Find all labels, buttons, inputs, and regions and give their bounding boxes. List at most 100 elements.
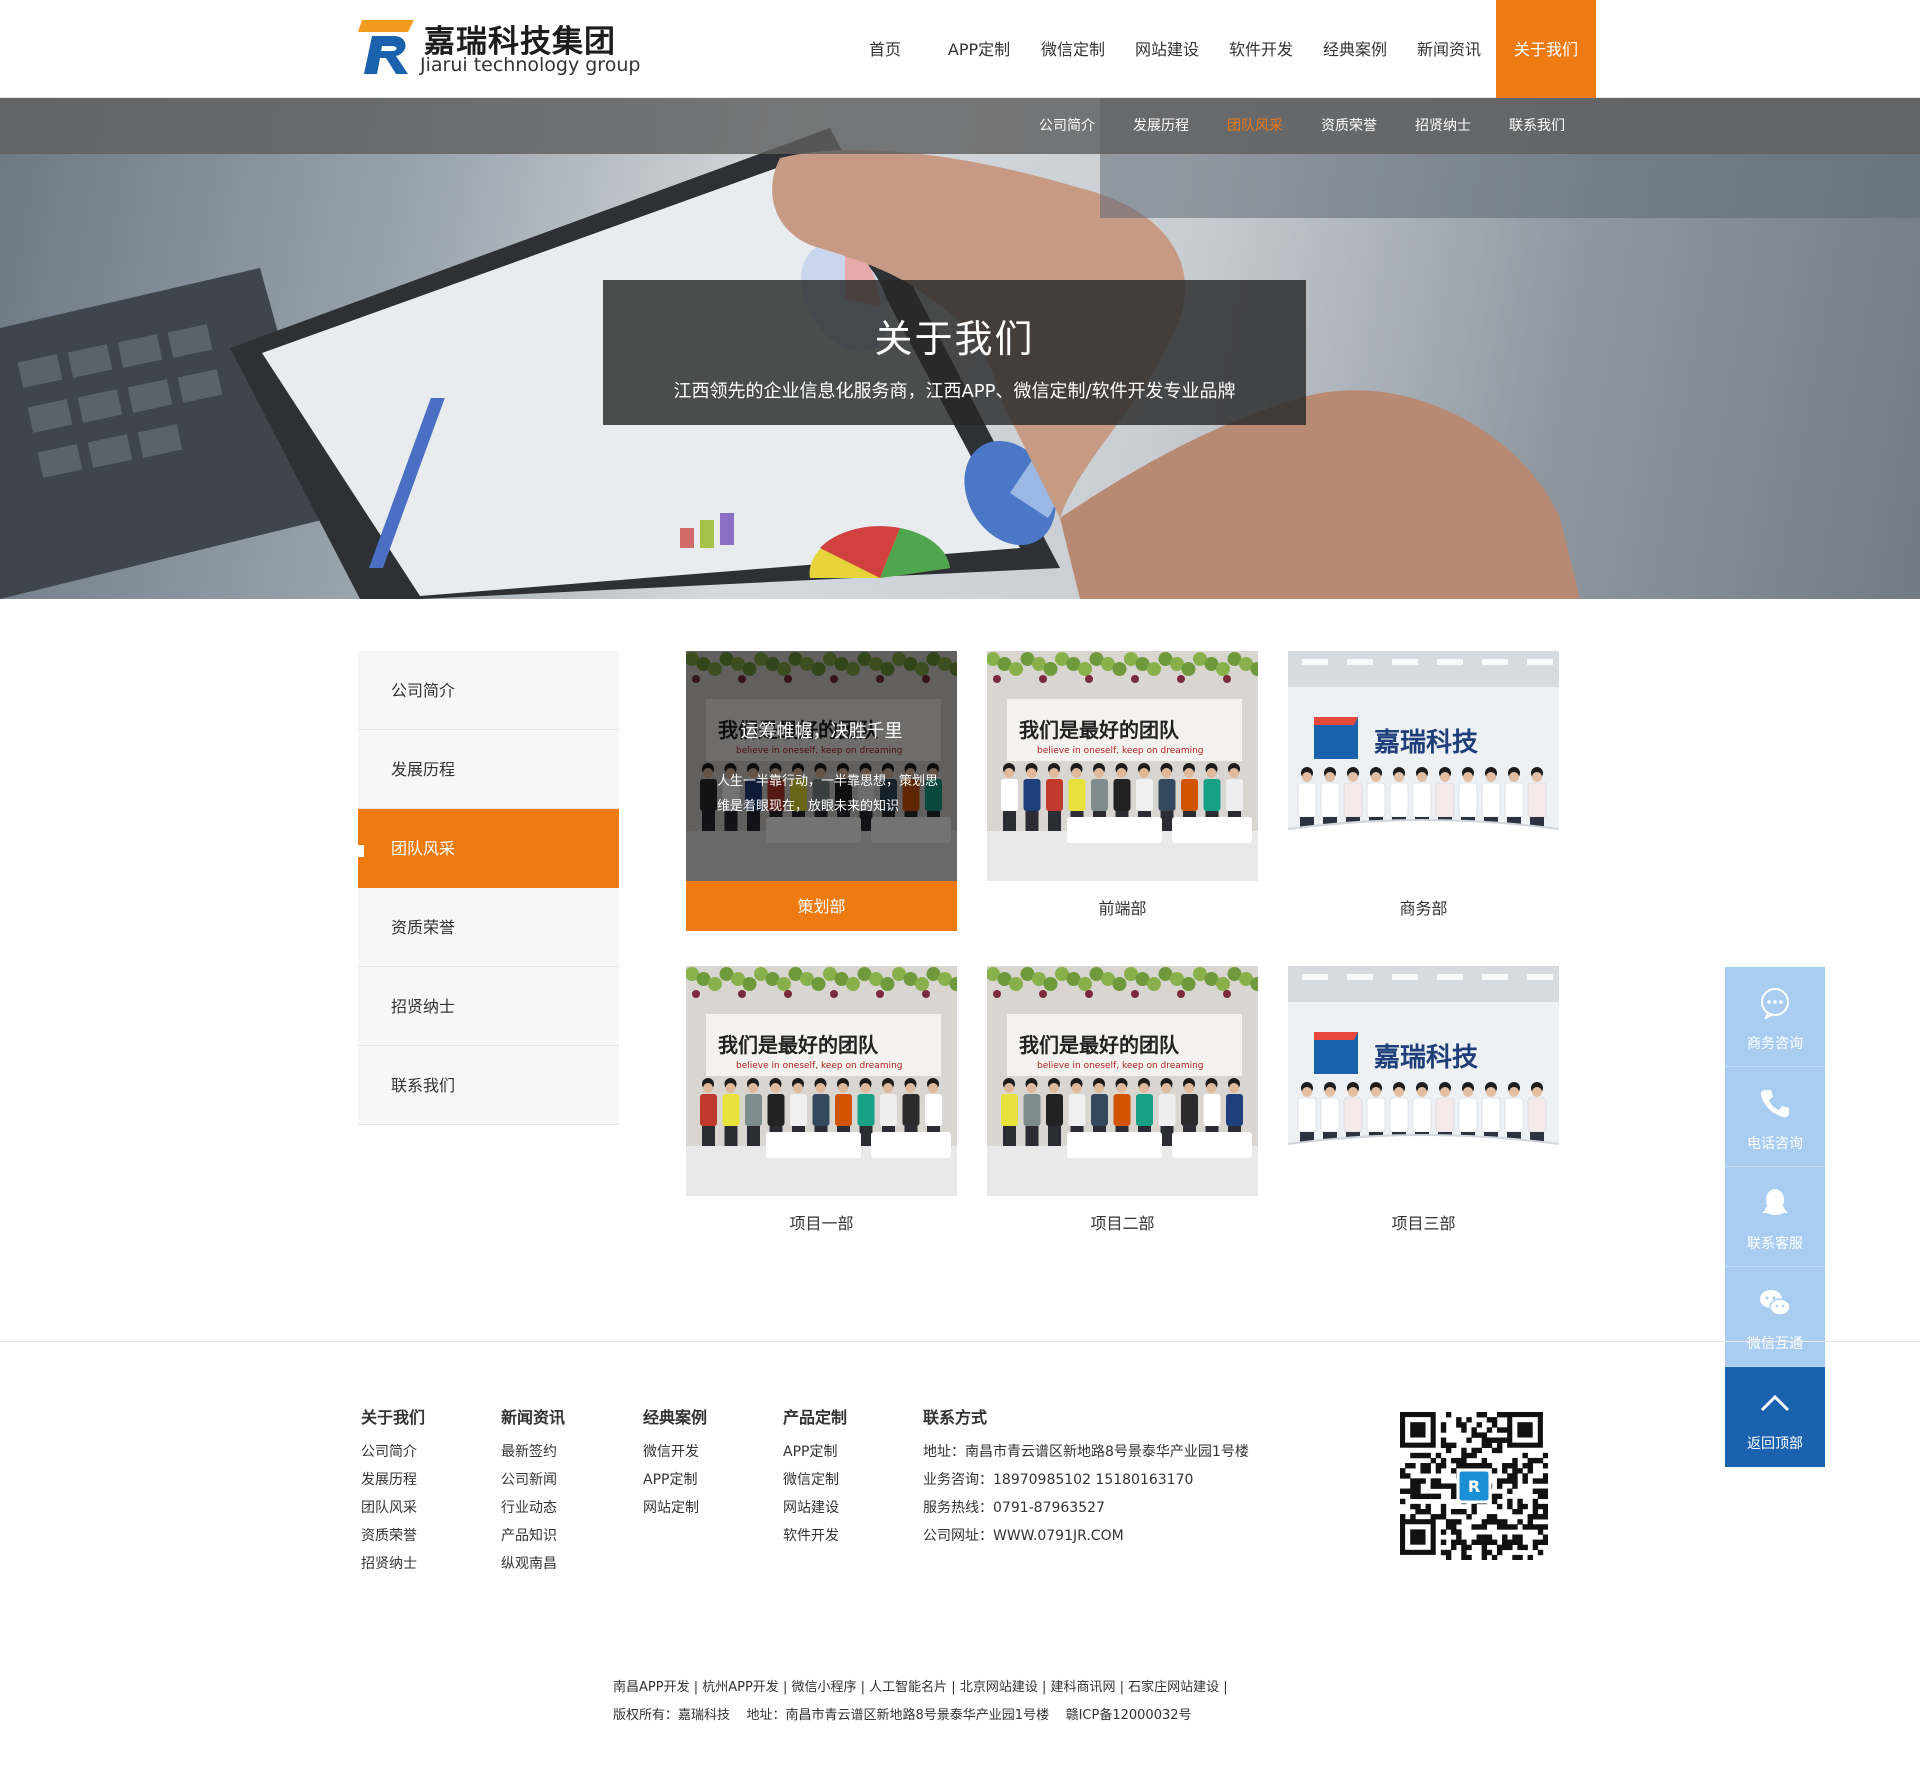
main-nav: 首页 APP定制 微信定制 网站建设 软件开发 经典案例 新闻资讯 关于我们 — [838, 0, 1596, 98]
side-item-team[interactable]: 团队风采 — [358, 809, 619, 888]
footer-link[interactable]: APP定制 — [783, 1438, 847, 1466]
footer-link[interactable]: 网站定制 — [643, 1494, 707, 1522]
footer-link[interactable]: 产品知识 — [501, 1522, 565, 1550]
footer-bottom: 南昌APP开发 | 杭州APP开发 | 微信小程序 | 人工智能名片 | 北京网… — [613, 1674, 1228, 1730]
friend-links: 南昌APP开发 | 杭州APP开发 | 微信小程序 | 人工智能名片 | 北京网… — [613, 1680, 1228, 1695]
team-card[interactable]: 我们是最好的团队believe in oneself, keep on drea… — [686, 966, 957, 1250]
footer-col-title: 产品定制 — [783, 1408, 848, 1427]
footer-col-products: 产品定制 APP定制 微信定制 网站建设 软件开发 — [783, 1404, 847, 1550]
nav-about[interactable]: 关于我们 — [1496, 0, 1596, 98]
footer-link[interactable]: 发展历程 — [361, 1466, 425, 1494]
footer-link[interactable]: APP定制 — [643, 1466, 707, 1494]
footer-link[interactable]: 微信开发 — [643, 1438, 707, 1466]
friend-link[interactable]: 微信小程序 — [791, 1680, 856, 1695]
footer-col-cases: 经典案例 微信开发 APP定制 网站定制 — [643, 1404, 707, 1522]
side-item-honors[interactable]: 资质荣誉 — [358, 888, 619, 967]
footer-link[interactable]: 公司新闻 — [501, 1466, 565, 1494]
qr-code: R — [1400, 1412, 1548, 1560]
team-card[interactable]: 我们是最好的团队believe in oneself, keep on drea… — [987, 651, 1258, 935]
site-header: 嘉瑞科技集团 Jiarui technology group 首页 APP定制 … — [0, 0, 1920, 98]
footer-link[interactable]: 微信定制 — [783, 1466, 847, 1494]
card-label: 策划部 — [686, 881, 957, 931]
team-card[interactable]: 我们是最好的团队believe in oneself, keep on drea… — [686, 651, 957, 935]
side-menu: 公司简介 发展历程 团队风采 资质荣誉 招贤纳士 联系我们 — [358, 651, 619, 1125]
friend-link[interactable]: 建科商讯网 — [1050, 1680, 1115, 1695]
team-card[interactable]: 嘉瑞科技 商务部 — [1288, 651, 1559, 935]
banner-subtitle: 江西领先的企业信息化服务商，江西APP、微信定制/软件开发专业品牌 — [673, 381, 1236, 402]
logo-subtitle: Jiarui technology group — [420, 54, 641, 76]
svg-text:嘉瑞科技: 嘉瑞科技 — [1374, 1043, 1478, 1073]
nav-wechat[interactable]: 微信定制 — [1026, 0, 1120, 98]
subnav-company-intro[interactable]: 公司简介 — [1039, 98, 1095, 154]
card-label: 项目二部 — [1090, 1214, 1155, 1233]
team-photo: 嘉瑞科技 — [1288, 651, 1559, 881]
friend-link[interactable]: 南昌APP开发 — [613, 1680, 690, 1695]
footer-link[interactable]: 团队风采 — [361, 1494, 425, 1522]
friend-link[interactable]: 杭州APP开发 — [702, 1680, 779, 1695]
svg-text:嘉瑞科技: 嘉瑞科技 — [1374, 728, 1478, 758]
footer-link[interactable]: 纵观南昌 — [501, 1550, 565, 1578]
side-item-company-intro[interactable]: 公司简介 — [358, 651, 619, 730]
subnav-honors[interactable]: 资质荣誉 — [1321, 98, 1377, 154]
float-phone-consult[interactable]: 电话咨询 — [1725, 1067, 1825, 1167]
float-business-consult[interactable]: 商务咨询 — [1725, 967, 1825, 1067]
logo[interactable]: 嘉瑞科技集团 Jiarui technology group — [358, 16, 641, 80]
side-item-history[interactable]: 发展历程 — [358, 730, 619, 809]
chat-bubble-icon — [1761, 988, 1789, 1019]
nav-app[interactable]: APP定制 — [932, 0, 1026, 98]
side-item-careers[interactable]: 招贤纳士 — [358, 967, 619, 1046]
overlay-title: 运筹帷幄，决胜千里 — [740, 721, 903, 742]
float-label: 商务咨询 — [1747, 1036, 1803, 1052]
team-photo: 我们是最好的团队 believe in oneself, keep on drea… — [686, 966, 957, 1196]
footer-hotline: 服务热线：0791-87963527 — [923, 1500, 1105, 1516]
svg-text:我们是最好的团队: 我们是最好的团队 — [1019, 1033, 1180, 1057]
nav-home[interactable]: 首页 — [838, 0, 932, 98]
sub-nav: 公司简介 发展历程 团队风采 资质荣誉 招贤纳士 联系我们 — [0, 98, 1920, 154]
footer-link[interactable]: 软件开发 — [783, 1522, 847, 1550]
footer-link[interactable]: 资质荣誉 — [361, 1522, 425, 1550]
copyright: 版权所有：嘉瑞科技 地址：南昌市青云谱区新地路8号景泰华产业园1号楼 赣ICP备… — [613, 1708, 1192, 1723]
team-photo: 我们是最好的团队 believe in oneself, keep on drea… — [987, 966, 1258, 1196]
float-label: 电话咨询 — [1747, 1136, 1803, 1152]
team-photo: 我们是最好的团队 believe in oneself, keep on drea… — [987, 651, 1258, 881]
footer-col-title: 联系方式 — [923, 1408, 988, 1427]
footer-col-title: 关于我们 — [361, 1408, 426, 1427]
team-card[interactable]: 我们是最好的团队 believe in oneself, keep on drea… — [987, 966, 1258, 1250]
nav-cases[interactable]: 经典案例 — [1308, 0, 1402, 98]
wechat-icon — [1760, 1290, 1791, 1316]
team-photo-illustration: 我们是最好的团队 believe in oneself, keep on drea… — [686, 966, 957, 1196]
footer-link[interactable]: 招贤纳士 — [361, 1550, 425, 1578]
banner-title: 关于我们 — [874, 317, 1035, 361]
footer-link[interactable]: 行业动态 — [501, 1494, 565, 1522]
site-footer: 关于我们 公司简介 发展历程 团队风采 资质荣誉 招贤纳士 新闻资讯 最新签约 … — [0, 1341, 1920, 1765]
subnav-history[interactable]: 发展历程 — [1133, 98, 1189, 154]
float-customer-service[interactable]: 联系客服 — [1725, 1167, 1825, 1267]
friend-link[interactable]: 人工智能名片 — [869, 1680, 947, 1695]
svg-text:believe in oneself, keep on dr: believe in oneself, keep on dreaming — [1037, 1061, 1204, 1071]
card-label: 商务部 — [1399, 899, 1448, 918]
footer-link[interactable]: 网站建设 — [783, 1494, 847, 1522]
svg-text:believe in oneself, keep on dr: believe in oneself, keep on dreaming — [736, 1061, 903, 1071]
footer-business-phone: 业务咨询：18970985102 15180163170 — [923, 1472, 1194, 1488]
nav-news[interactable]: 新闻资讯 — [1402, 0, 1496, 98]
friend-link[interactable]: 石家庄网站建设 — [1128, 1680, 1219, 1695]
card-label: 前端部 — [1098, 899, 1147, 918]
footer-contact: 联系方式 地址：南昌市青云谱区新地路8号景泰华产业园1号楼 业务咨询：18970… — [923, 1404, 1249, 1550]
nav-software[interactable]: 软件开发 — [1214, 0, 1308, 98]
team-card[interactable]: 嘉瑞科技 项目三部 — [1288, 966, 1559, 1250]
footer-col-about: 关于我们 公司简介 发展历程 团队风采 资质荣誉 招贤纳士 — [361, 1404, 425, 1578]
footer-link[interactable]: 最新签约 — [501, 1438, 565, 1466]
friend-link[interactable]: 北京网站建设 — [960, 1680, 1038, 1695]
footer-link[interactable]: 公司简介 — [361, 1438, 425, 1466]
subnav-careers[interactable]: 招贤纳士 — [1415, 98, 1471, 154]
nav-website[interactable]: 网站建设 — [1120, 0, 1214, 98]
team-photo-illustration: 我们是最好的团队 believe in oneself, keep on drea… — [987, 966, 1258, 1196]
team-photo: 嘉瑞科技 — [1288, 966, 1559, 1196]
footer-col-title: 经典案例 — [643, 1408, 708, 1427]
side-item-contact[interactable]: 联系我们 — [358, 1046, 619, 1125]
svg-text:R: R — [1468, 1477, 1480, 1496]
subnav-team[interactable]: 团队风采 — [1227, 98, 1283, 154]
banner-caption: 关于我们 江西领先的企业信息化服务商，江西APP、微信定制/软件开发专业品牌 — [603, 280, 1306, 425]
phone-icon — [1760, 1090, 1789, 1118]
subnav-contact[interactable]: 联系我们 — [1509, 98, 1565, 154]
